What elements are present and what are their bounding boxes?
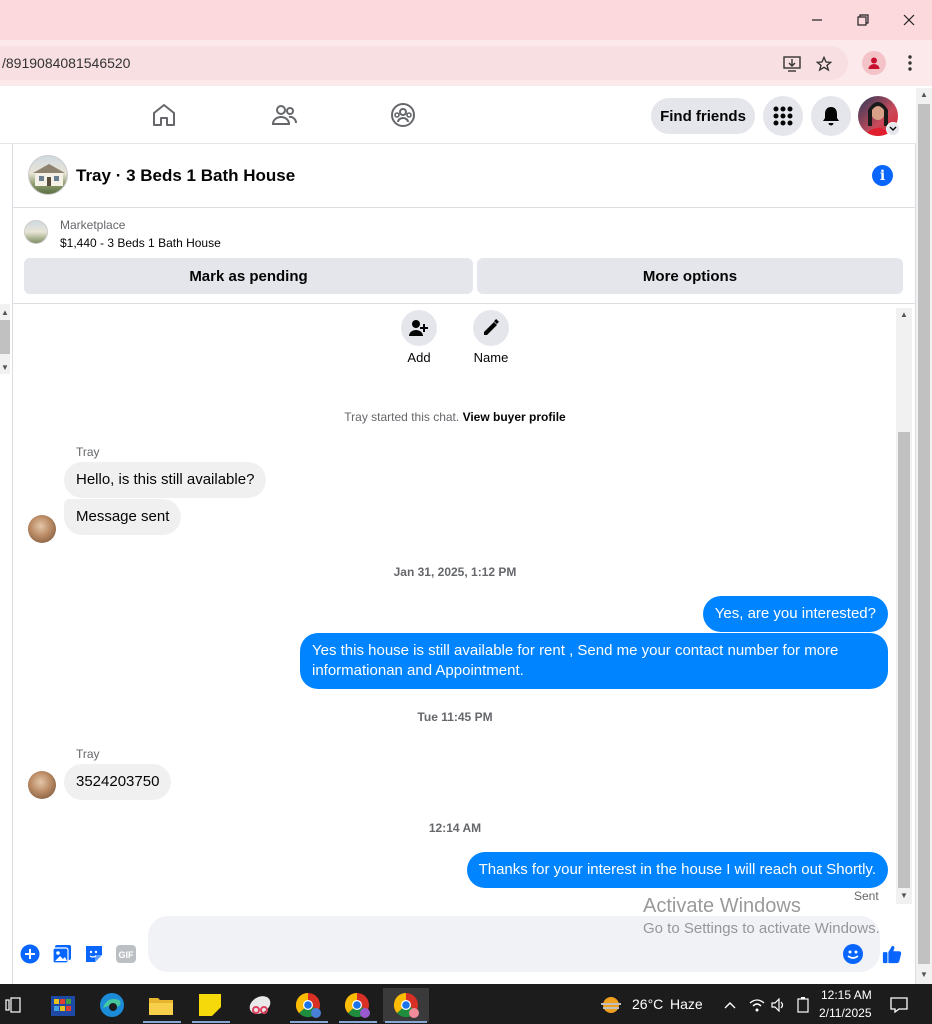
file-explorer-icon[interactable] bbox=[141, 988, 181, 1022]
chat-title[interactable]: Tray · 3 Beds 1 Bath House bbox=[76, 166, 295, 186]
install-app-icon[interactable] bbox=[782, 54, 802, 74]
volume-icon[interactable] bbox=[768, 988, 790, 1022]
browser-menu-icon[interactable] bbox=[900, 50, 920, 76]
taskbar-active-indicator bbox=[339, 1021, 377, 1023]
taskbar-active-indicator bbox=[290, 1021, 328, 1023]
chat-scrollbar-thumb[interactable] bbox=[898, 432, 910, 888]
chrome-profile-c-icon[interactable] bbox=[383, 988, 429, 1022]
battery-icon[interactable] bbox=[792, 988, 814, 1022]
find-friends-button[interactable]: Find friends bbox=[651, 98, 755, 134]
account-menu-chevron-icon[interactable] bbox=[886, 122, 900, 136]
activate-windows-title: Activate Windows bbox=[643, 895, 801, 917]
chat-scroll-down-icon[interactable]: ▼ bbox=[900, 891, 908, 900]
mark-as-pending-button[interactable]: Mark as pending bbox=[24, 258, 473, 294]
incoming-message[interactable]: Hello, is this still available? bbox=[64, 462, 267, 498]
more-options-button[interactable]: More options bbox=[477, 258, 903, 294]
url-text[interactable]: /8919084081546520 bbox=[2, 55, 130, 71]
view-buyer-profile-link[interactable]: View buyer profile bbox=[463, 410, 566, 424]
chrome-profile-a-icon[interactable] bbox=[288, 988, 328, 1022]
timestamp: Jan 31, 2025, 1:12 PM bbox=[393, 565, 517, 579]
like-icon[interactable] bbox=[882, 944, 902, 964]
plus-icon[interactable] bbox=[20, 944, 40, 964]
groups-icon[interactable] bbox=[389, 101, 417, 129]
chat-started-notice: Tray started this chat. View buyer profi… bbox=[0, 410, 910, 424]
add-person-button[interactable] bbox=[401, 310, 437, 346]
incoming-message[interactable]: 3524203750 bbox=[64, 764, 172, 800]
gif-icon[interactable]: GIF bbox=[116, 944, 136, 964]
panel-divider bbox=[12, 303, 916, 304]
home-icon[interactable] bbox=[150, 101, 178, 129]
sender-name: Tray bbox=[76, 445, 100, 459]
marketplace-thumbnail[interactable] bbox=[24, 220, 48, 244]
listing-summary[interactable]: $1,440 - 3 Beds 1 Bath House bbox=[60, 236, 221, 250]
weather-desc[interactable]: Haze bbox=[670, 996, 703, 1012]
timestamp: 12:14 AM bbox=[428, 821, 482, 835]
close-icon bbox=[903, 14, 915, 26]
edit-name-button[interactable] bbox=[473, 310, 509, 346]
restore-button[interactable] bbox=[840, 0, 886, 40]
notifications-button[interactable] bbox=[811, 96, 851, 136]
left-scroll-down-icon[interactable]: ▼ bbox=[1, 363, 9, 372]
sticker-icon[interactable] bbox=[84, 944, 104, 964]
snipping-tool-icon[interactable] bbox=[240, 988, 280, 1022]
bell-icon bbox=[823, 107, 839, 126]
minimize-button[interactable] bbox=[794, 0, 840, 40]
address-bar-area: /8919084081546520 bbox=[0, 40, 932, 86]
listing-thumbnail[interactable] bbox=[28, 155, 68, 195]
sticky-notes-icon[interactable] bbox=[190, 988, 230, 1022]
chat-scroll-up-icon[interactable]: ▲ bbox=[900, 310, 908, 319]
buyer-avatar[interactable] bbox=[28, 771, 56, 799]
edge-browser-icon[interactable] bbox=[92, 988, 132, 1022]
clock-time[interactable]: 12:15 AM bbox=[821, 988, 872, 1002]
page-scrollbar-thumb[interactable] bbox=[918, 104, 930, 964]
taskbar-active-indicator bbox=[143, 1021, 181, 1023]
weather-temp[interactable]: 26°C bbox=[632, 996, 663, 1012]
left-scrollbar-thumb[interactable] bbox=[0, 320, 10, 354]
taskbar-active-indicator bbox=[192, 1021, 230, 1023]
gif-label: GIF bbox=[119, 950, 135, 960]
sent-status: Sent bbox=[854, 889, 879, 903]
omnibox[interactable]: /8919084081546520 bbox=[0, 46, 848, 80]
friends-icon[interactable] bbox=[270, 101, 298, 129]
sender-name: Tray bbox=[76, 747, 100, 761]
task-view-icon[interactable] bbox=[0, 988, 26, 1022]
activate-windows-subtitle: Go to Settings to activate Windows. bbox=[643, 920, 880, 937]
menu-grid-icon bbox=[773, 106, 793, 126]
minimize-icon bbox=[812, 19, 822, 21]
outgoing-message[interactable]: Yes, are you interested? bbox=[702, 596, 888, 632]
outgoing-message[interactable]: Thanks for your interest in the house I … bbox=[466, 852, 888, 888]
browser-profile-icon[interactable] bbox=[862, 51, 886, 75]
buyer-avatar[interactable] bbox=[28, 515, 56, 543]
chrome-profile-b-icon[interactable] bbox=[337, 988, 377, 1022]
notification-center-icon[interactable] bbox=[884, 988, 914, 1022]
close-window-button[interactable] bbox=[886, 0, 932, 40]
chat-started-text: Tray started this chat. bbox=[344, 410, 460, 424]
timestamp: Tue 11:45 PM bbox=[417, 710, 493, 724]
bookmark-star-icon[interactable] bbox=[814, 54, 834, 74]
menu-grid-button[interactable] bbox=[763, 96, 803, 136]
emoji-icon[interactable] bbox=[843, 944, 863, 964]
incoming-message[interactable]: Message sent bbox=[64, 499, 182, 535]
add-person-icon bbox=[409, 320, 428, 336]
info-icon[interactable]: i bbox=[872, 165, 893, 186]
weather-icon[interactable] bbox=[596, 988, 626, 1022]
outgoing-message[interactable]: Yes this house is still available for re… bbox=[300, 633, 888, 689]
left-scroll-up-icon[interactable]: ▲ bbox=[1, 308, 9, 317]
wifi-icon[interactable] bbox=[746, 988, 768, 1022]
name-label: Name bbox=[473, 350, 509, 365]
add-label: Add bbox=[407, 350, 431, 365]
photo-icon[interactable] bbox=[52, 944, 72, 964]
app-icon-grid[interactable] bbox=[43, 988, 83, 1022]
marketplace-label: Marketplace bbox=[60, 218, 126, 232]
pencil-icon bbox=[484, 319, 499, 335]
page-scroll-up-icon[interactable]: ▲ bbox=[920, 90, 928, 99]
browser-titlebar bbox=[0, 0, 932, 40]
restore-icon bbox=[857, 14, 869, 26]
clock-date[interactable]: 2/11/2025 bbox=[819, 1006, 872, 1020]
tray-chevron-up-icon[interactable] bbox=[720, 988, 740, 1022]
page-scroll-down-icon[interactable]: ▼ bbox=[920, 970, 928, 979]
taskbar-active-indicator bbox=[385, 1021, 427, 1023]
